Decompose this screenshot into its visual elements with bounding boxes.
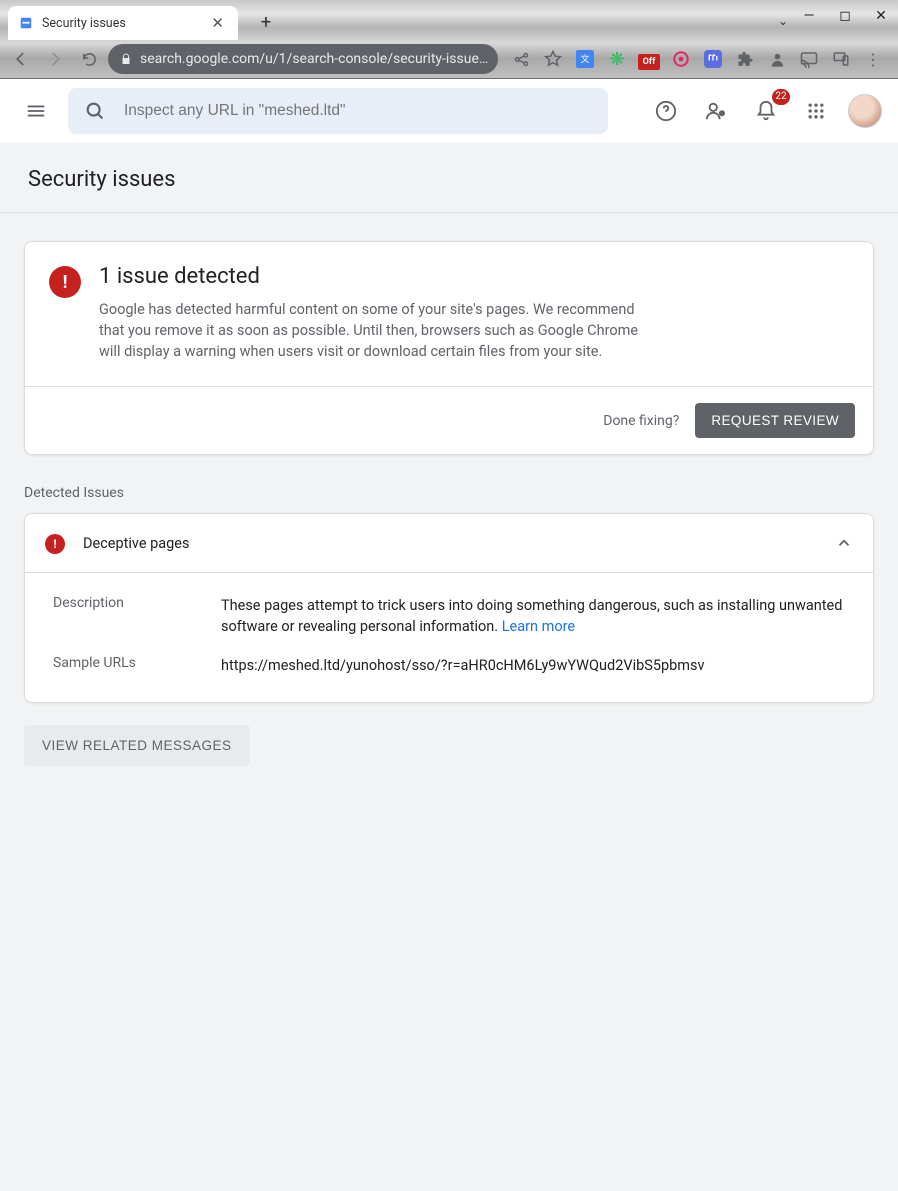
tab-favicon — [18, 15, 34, 31]
browser-chrome: Security issues ✕ + ⌄ — ◻ ✕ search.googl… — [0, 0, 898, 79]
done-fixing-label: Done fixing? — [603, 413, 679, 429]
search-bar[interactable] — [68, 88, 608, 134]
translate-ext-icon[interactable]: 文 — [574, 48, 596, 70]
bookmark-star-icon[interactable] — [542, 48, 564, 70]
back-button[interactable] — [6, 44, 36, 74]
search-icon — [84, 100, 106, 122]
learn-more-link[interactable]: Learn more — [502, 618, 575, 635]
header-actions: 22 — [648, 93, 882, 129]
tab-title: Security issues — [42, 16, 126, 31]
description-value: These pages attempt to trick users into … — [221, 595, 845, 637]
alert-description: Google has detected harmful content on s… — [99, 299, 659, 362]
sample-urls-label: Sample URLs — [53, 655, 221, 676]
svg-text:文: 文 — [580, 53, 589, 65]
alert-card: ! 1 issue detected Google has detected h… — [24, 241, 874, 455]
reload-button[interactable] — [74, 44, 104, 74]
search-input[interactable] — [124, 102, 592, 120]
description-row: Description These pages attempt to trick… — [53, 595, 845, 637]
toolbar: search.google.com/u/1/search-console/sec… — [0, 40, 898, 78]
off-badge-icon[interactable]: Off — [638, 48, 660, 70]
evernote-ext-icon[interactable]: ❋ — [606, 48, 628, 70]
apps-button[interactable] — [798, 93, 834, 129]
alert-footer: Done fixing? REQUEST REVIEW — [25, 386, 873, 454]
sample-urls-row: Sample URLs https://meshed.ltd/yunohost/… — [53, 655, 845, 676]
issue-body: Description These pages attempt to trick… — [25, 573, 873, 702]
issue-card: ! Deceptive pages Description These page… — [24, 513, 874, 703]
tab-strip: Security issues ✕ + ⌄ — ◻ ✕ — [0, 0, 898, 40]
request-review-button[interactable]: REQUEST REVIEW — [695, 403, 855, 438]
mastodon-ext-icon[interactable] — [702, 48, 724, 70]
tab-close-icon[interactable]: ✕ — [207, 12, 228, 34]
more-icon[interactable]: ⋮ — [862, 48, 884, 70]
window-controls: — ◻ ✕ — [798, 8, 892, 24]
detected-issues-label: Detected Issues — [0, 455, 898, 501]
devices-icon[interactable] — [830, 48, 852, 70]
account-avatar[interactable] — [848, 94, 882, 128]
page-content: Security issues ! 1 issue detected Googl… — [0, 143, 898, 1191]
help-button[interactable] — [648, 93, 684, 129]
close-window-icon[interactable]: ✕ — [870, 8, 892, 24]
divider — [0, 212, 898, 213]
error-icon: ! — [49, 266, 81, 298]
app-header: 22 — [0, 79, 898, 143]
page-title: Security issues — [0, 143, 898, 212]
notification-badge: 22 — [772, 89, 790, 105]
error-icon: ! — [45, 534, 65, 554]
forward-button[interactable] — [40, 44, 70, 74]
lock-icon — [120, 53, 132, 65]
new-tab-button[interactable]: + — [252, 8, 280, 36]
chevron-up-icon — [835, 534, 853, 552]
users-button[interactable] — [698, 93, 734, 129]
profile-ext-icon[interactable] — [766, 48, 788, 70]
share-icon[interactable] — [510, 48, 532, 70]
alert-body: ! 1 issue detected Google has detected h… — [25, 242, 873, 386]
maximize-icon[interactable]: ◻ — [834, 8, 856, 24]
menu-button[interactable] — [16, 91, 56, 131]
alert-heading: 1 issue detected — [99, 264, 659, 289]
browser-tab[interactable]: Security issues ✕ — [8, 6, 238, 40]
description-label: Description — [53, 595, 221, 637]
url-text: search.google.com/u/1/search-console/sec… — [140, 51, 488, 67]
minimize-icon[interactable]: — — [798, 8, 820, 24]
extensions-icon[interactable] — [734, 48, 756, 70]
pink-ext-icon[interactable] — [670, 48, 692, 70]
view-related-messages-button[interactable]: VIEW RELATED MESSAGES — [24, 725, 250, 766]
issue-title: Deceptive pages — [83, 535, 189, 552]
notifications-button[interactable]: 22 — [748, 93, 784, 129]
issue-header[interactable]: ! Deceptive pages — [25, 514, 873, 573]
tabs-dropdown-icon[interactable]: ⌄ — [778, 14, 788, 28]
toolbar-icons: 文 ❋ Off ⋮ — [510, 48, 884, 70]
alert-text: 1 issue detected Google has detected har… — [99, 264, 659, 362]
address-bar[interactable]: search.google.com/u/1/search-console/sec… — [108, 44, 498, 74]
sample-url-value: https://meshed.ltd/yunohost/sso/?r=aHR0c… — [221, 655, 845, 676]
cast-icon[interactable] — [798, 48, 820, 70]
